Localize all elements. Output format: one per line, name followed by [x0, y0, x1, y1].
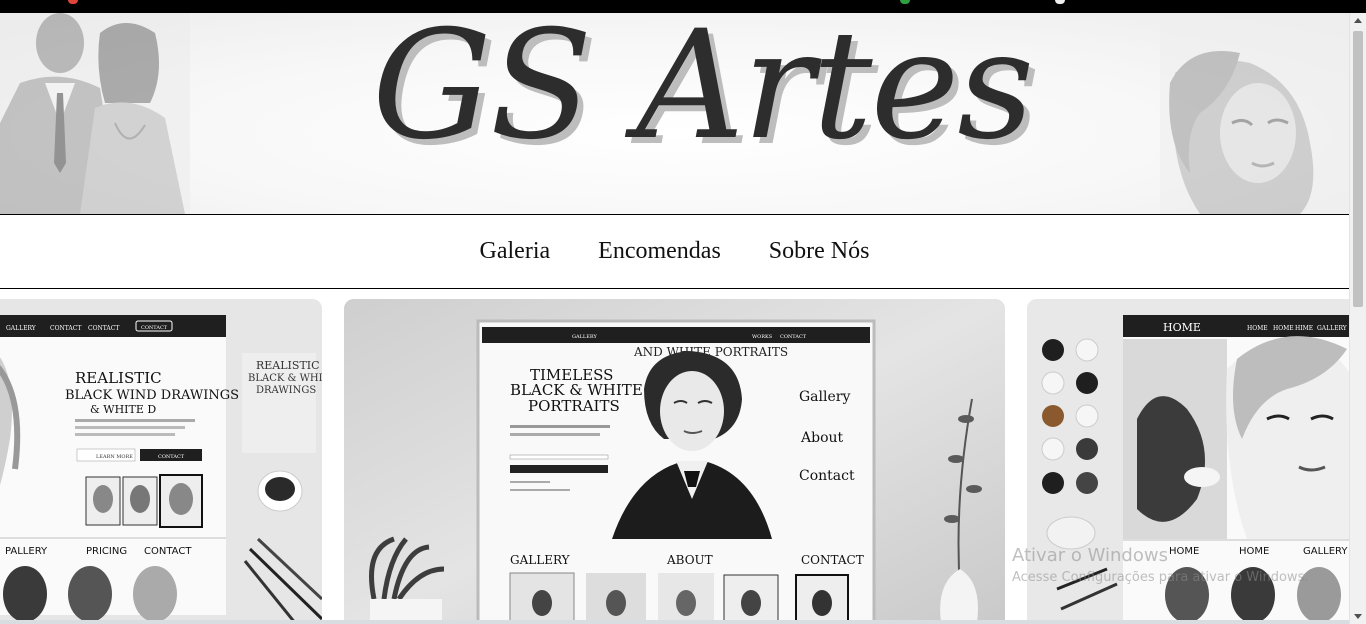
nav-link-sobre-nos[interactable]: Sobre Nós: [769, 238, 870, 265]
vertical-scrollbar[interactable]: [1349, 13, 1366, 624]
site-header-banner: GS Artes: [0, 13, 1349, 214]
right-nav-4: GALLERY: [1317, 325, 1348, 332]
left-nav-contact-2: CONTACT: [88, 325, 119, 332]
left-side-1: REALISTIC: [256, 359, 320, 372]
watermark-line-2: Acesse Configurações para ativar o Windo…: [1012, 570, 1309, 585]
left-footer-1: PALLERY: [5, 546, 48, 557]
watermark-line-1: Ativar o Windows: [1012, 545, 1168, 566]
center-section-contact: CONTACT: [801, 553, 864, 567]
center-menu-about: About: [800, 430, 844, 446]
page-bottom-edge: [0, 620, 1349, 624]
left-side-3: DRAWINGS: [256, 385, 316, 396]
right-nav-2: HOME: [1273, 325, 1294, 332]
windows-activation-watermark: Ativar o Windows Acesse Configurações pa…: [1012, 545, 1308, 585]
right-nav-3: HIME: [1295, 325, 1313, 332]
right-section-3: GALLERY: [1303, 546, 1348, 557]
carousel-slide-left[interactable]: GALLERY CONTACT CONTACT CONTACT REALISTI…: [0, 299, 322, 624]
tab-indicator-icon: [1055, 0, 1065, 4]
left-nav-button: CONTACT: [141, 325, 168, 331]
right-brand: HOME: [1163, 321, 1201, 334]
center-title-3: PORTRAITS: [528, 397, 620, 415]
scrollbar-thumb[interactable]: [1353, 31, 1363, 307]
nav-link-encomendas[interactable]: Encomendas: [598, 238, 721, 265]
carousel-slide-center[interactable]: GALLERY WORKS CONTACT AND WHITE PORTRAIT…: [344, 299, 1005, 624]
center-section-about: ABOUT: [666, 553, 713, 567]
center-menu-contact: Contact: [799, 468, 855, 484]
left-footer-2: PRICING: [86, 546, 127, 557]
main-nav: Galeria Encomendas Sobre Nós: [0, 215, 1349, 288]
center-section-gallery: GALLERY: [510, 553, 571, 567]
left-side-2: BLACK & WHITE: [248, 373, 322, 384]
left-nav-gallery: GALLERY: [6, 325, 37, 332]
center-nav-3: CONTACT: [780, 334, 807, 340]
tab-indicator-icon: [68, 0, 78, 4]
right-nav-1: HOME: [1247, 325, 1268, 332]
left-footer-3: CONTACT: [144, 546, 192, 557]
tab-indicator-icon: [900, 0, 910, 4]
scroll-up-arrow-icon[interactable]: [1354, 18, 1362, 23]
center-nav-1: GALLERY: [572, 334, 598, 340]
center-menu-gallery: Gallery: [799, 389, 850, 405]
center-nav-2: WORKS: [752, 334, 773, 340]
left-button-1: LEARN MORE: [96, 454, 133, 460]
nav-link-galeria[interactable]: Galeria: [480, 238, 551, 265]
header-portraits-art: [0, 13, 1349, 214]
left-heading-1: REALISTIC: [75, 369, 162, 387]
left-heading-3: & WHITE D: [90, 403, 156, 416]
left-button-2: CONTACT: [158, 454, 185, 460]
left-nav-contact-1: CONTACT: [50, 325, 81, 332]
nav-divider: [0, 288, 1349, 289]
left-heading-2: BLACK WIND DRAWINGS: [65, 388, 239, 403]
scroll-down-arrow-icon[interactable]: [1354, 614, 1362, 619]
browser-top-bar: [0, 0, 1366, 13]
